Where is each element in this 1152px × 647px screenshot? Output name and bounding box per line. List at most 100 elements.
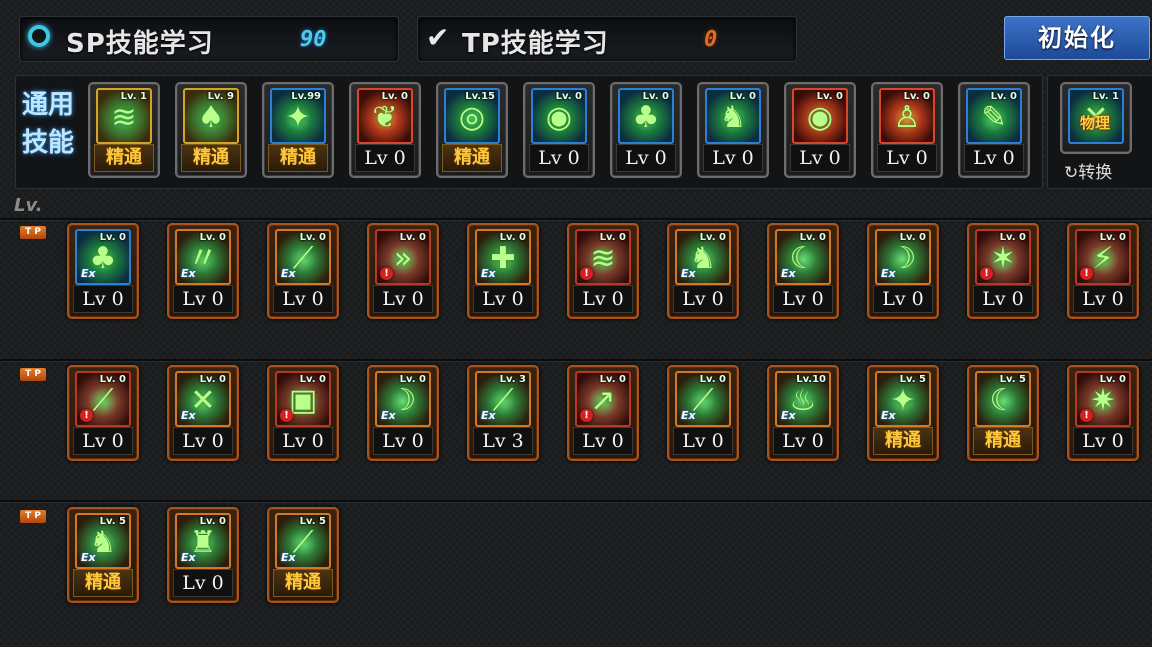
skill-slot[interactable]: ✦ Lv.99 精通 <box>262 82 334 178</box>
skill-slot[interactable]: ☽ Lv. 0 Ex Lv 0 <box>867 223 939 319</box>
skill-slot[interactable]: ✦ Lv. 5 Ex 精通 <box>867 365 939 461</box>
ex-badge: Ex <box>781 409 796 422</box>
skill-level-tag: Lv. 1 <box>120 91 147 102</box>
skill-slot[interactable]: ≋ Lv. 1 精通 <box>88 82 160 178</box>
skill-icon[interactable]: ↗ Lv. 0! <box>575 371 631 427</box>
skill-icon[interactable]: ✚ Lv. 0 Ex <box>475 229 531 285</box>
skill-slot[interactable]: ⟋ Lv. 0 Ex Lv 0 <box>267 223 339 319</box>
skill-icon[interactable]: ⟋ Lv. 0! <box>75 371 131 427</box>
skill-icon[interactable]: ⟋ Lv. 3 Ex <box>475 371 531 427</box>
skill-level-tag: Lv. 0 <box>899 232 926 243</box>
tp-tag: T P <box>20 368 46 381</box>
skill-slot[interactable]: ◉ Lv. 0 Lv 0 <box>523 82 595 178</box>
skill-icon[interactable]: ☽ Lv. 0 Ex <box>375 371 431 427</box>
skill-icon[interactable]: ⟋ Lv. 0 Ex <box>675 371 731 427</box>
physical-badge: 物理 <box>1080 114 1111 132</box>
warning-icon: ! <box>580 267 593 280</box>
skill-icon[interactable]: ❦ Lv. 0 <box>357 88 413 144</box>
skill-glyph: ◎ <box>458 100 486 135</box>
skill-slot[interactable]: ✷ Lv. 0! Lv 0 <box>1067 365 1139 461</box>
switch-skill-slot[interactable]: ✕ Lv. 1 物理 <box>1060 82 1132 154</box>
skill-slot[interactable]: ♠ Lv. 9 精通 <box>175 82 247 178</box>
skill-level: 精通 <box>94 144 154 172</box>
skill-icon[interactable]: » Lv. 0! <box>375 229 431 285</box>
skill-icon[interactable]: ✎ Lv. 0 <box>966 88 1022 144</box>
skill-slot[interactable]: ♜ Lv. 0 Ex Lv 0 <box>167 507 239 603</box>
skill-slot[interactable]: ◉ Lv. 0 Lv 0 <box>784 82 856 178</box>
skill-slot[interactable]: ↗ Lv. 0! Lv 0 <box>567 365 639 461</box>
tp-points: 0 <box>704 27 718 52</box>
skill-slot[interactable]: ⟋ Lv. 0! Lv 0 <box>67 365 139 461</box>
skill-icon[interactable]: ≋ Lv. 0! <box>575 229 631 285</box>
ex-badge: Ex <box>881 267 896 280</box>
skill-level: Lv 0 <box>355 144 415 172</box>
skill-level: 精通 <box>442 144 502 172</box>
skill-icon[interactable]: ◉ Lv. 0 <box>792 88 848 144</box>
skill-slot[interactable]: ✶ Lv. 0! Lv 0 <box>967 223 1039 319</box>
skill-slot[interactable]: ✕ Lv. 0 Ex Lv 0 <box>167 365 239 461</box>
skill-icon[interactable]: ♣ Lv. 0 Ex <box>75 229 131 285</box>
skill-glyph: ♙ <box>893 100 921 135</box>
skill-slot[interactable]: ♞ Lv. 0 Lv 0 <box>697 82 769 178</box>
skill-icon[interactable]: 〃 Lv. 0 Ex <box>175 229 231 285</box>
skill-icon[interactable]: ✕ Lv. 1 物理 <box>1068 88 1124 144</box>
skill-level: Lv 0 <box>673 427 733 455</box>
skill-icon[interactable]: ♜ Lv. 0 Ex <box>175 513 231 569</box>
skill-slot[interactable]: ⚡ Lv. 0! Lv 0 <box>1067 223 1139 319</box>
skill-slot[interactable]: ♣ Lv. 0 Ex Lv 0 <box>67 223 139 319</box>
skill-icon[interactable]: ☾ Lv. 0 Ex <box>775 229 831 285</box>
skill-icon[interactable]: ♞ Lv. 0 Ex <box>675 229 731 285</box>
skill-slot[interactable]: ☾ Lv. 0 Ex Lv 0 <box>767 223 839 319</box>
skill-level: Lv 0 <box>873 285 933 313</box>
skill-icon[interactable]: ♠ Lv. 9 <box>183 88 239 144</box>
skill-slot[interactable]: ♙ Lv. 0 Lv 0 <box>871 82 943 178</box>
skill-icon[interactable]: ☽ Lv. 0 Ex <box>875 229 931 285</box>
skill-icon[interactable]: ♞ Lv. 0 <box>705 88 761 144</box>
skill-slot[interactable]: ⟋ Lv. 3 Ex Lv 3 <box>467 365 539 461</box>
skill-icon[interactable]: ✦ Lv.99 <box>270 88 326 144</box>
skill-slot[interactable]: ⟋ Lv. 0 Ex Lv 0 <box>667 365 739 461</box>
skill-icon[interactable]: ◎ Lv.15 <box>444 88 500 144</box>
skill-icon[interactable]: ≋ Lv. 1 <box>96 88 152 144</box>
switch-label[interactable]: ↻转换 <box>1064 158 1112 183</box>
skill-level: 精通 <box>73 569 133 597</box>
skill-slot[interactable]: ♣ Lv. 0 Lv 0 <box>610 82 682 178</box>
skill-slot[interactable]: ◎ Lv.15 精通 <box>436 82 508 178</box>
skill-slot[interactable]: ☾ Lv. 5 精通 <box>967 365 1039 461</box>
skill-icon[interactable]: ▣ Lv. 0! <box>275 371 331 427</box>
skill-slot[interactable]: ❦ Lv. 0 Lv 0 <box>349 82 421 178</box>
skill-slot[interactable]: ✚ Lv. 0 Ex Lv 0 <box>467 223 539 319</box>
skill-slot[interactable]: ☽ Lv. 0 Ex Lv 0 <box>367 365 439 461</box>
skill-icon[interactable]: ⟋ Lv. 0 Ex <box>275 229 331 285</box>
skill-icon[interactable]: ♣ Lv. 0 <box>618 88 674 144</box>
skill-icon[interactable]: ✦ Lv. 5 Ex <box>875 371 931 427</box>
skill-slot[interactable]: ♨ Lv.10 Ex Lv 0 <box>767 365 839 461</box>
skill-icon[interactable]: ♙ Lv. 0 <box>879 88 935 144</box>
reset-button[interactable]: 初始化 <box>1004 16 1150 60</box>
skill-level-tag: Lv. 0 <box>199 374 226 385</box>
skill-level-tag: Lv. 0 <box>99 232 126 243</box>
skill-icon[interactable]: ⚡ Lv. 0! <box>1075 229 1131 285</box>
skill-icon[interactable]: ◉ Lv. 0 <box>531 88 587 144</box>
skill-slot[interactable]: » Lv. 0! Lv 0 <box>367 223 439 319</box>
skill-slot[interactable]: ▣ Lv. 0! Lv 0 <box>267 365 339 461</box>
skill-slot[interactable]: ♞ Lv. 5 Ex 精通 <box>67 507 139 603</box>
skill-slot[interactable]: ✎ Lv. 0 Lv 0 <box>958 82 1030 178</box>
skill-level-tag: Lv. 0 <box>499 232 526 243</box>
skill-slot[interactable]: ≋ Lv. 0! Lv 0 <box>567 223 639 319</box>
skill-icon[interactable]: ⟋ Lv. 5 Ex <box>275 513 331 569</box>
skill-icon[interactable]: ✶ Lv. 0! <box>975 229 1031 285</box>
skill-icon[interactable]: ♨ Lv.10 Ex <box>775 371 831 427</box>
skill-level: Lv 0 <box>573 285 633 313</box>
skill-slot[interactable]: 〃 Lv. 0 Ex Lv 0 <box>167 223 239 319</box>
skill-icon[interactable]: ✷ Lv. 0! <box>1075 371 1131 427</box>
divider <box>0 359 1152 362</box>
skill-glyph: ♠ <box>197 100 225 135</box>
skill-icon[interactable]: ☾ Lv. 5 <box>975 371 1031 427</box>
divider <box>0 218 1152 221</box>
skill-icon[interactable]: ♞ Lv. 5 Ex <box>75 513 131 569</box>
skill-slot[interactable]: ⟋ Lv. 5 Ex 精通 <box>267 507 339 603</box>
skill-slot[interactable]: ♞ Lv. 0 Ex Lv 0 <box>667 223 739 319</box>
skill-level: 精通 <box>268 144 328 172</box>
skill-icon[interactable]: ✕ Lv. 0 Ex <box>175 371 231 427</box>
